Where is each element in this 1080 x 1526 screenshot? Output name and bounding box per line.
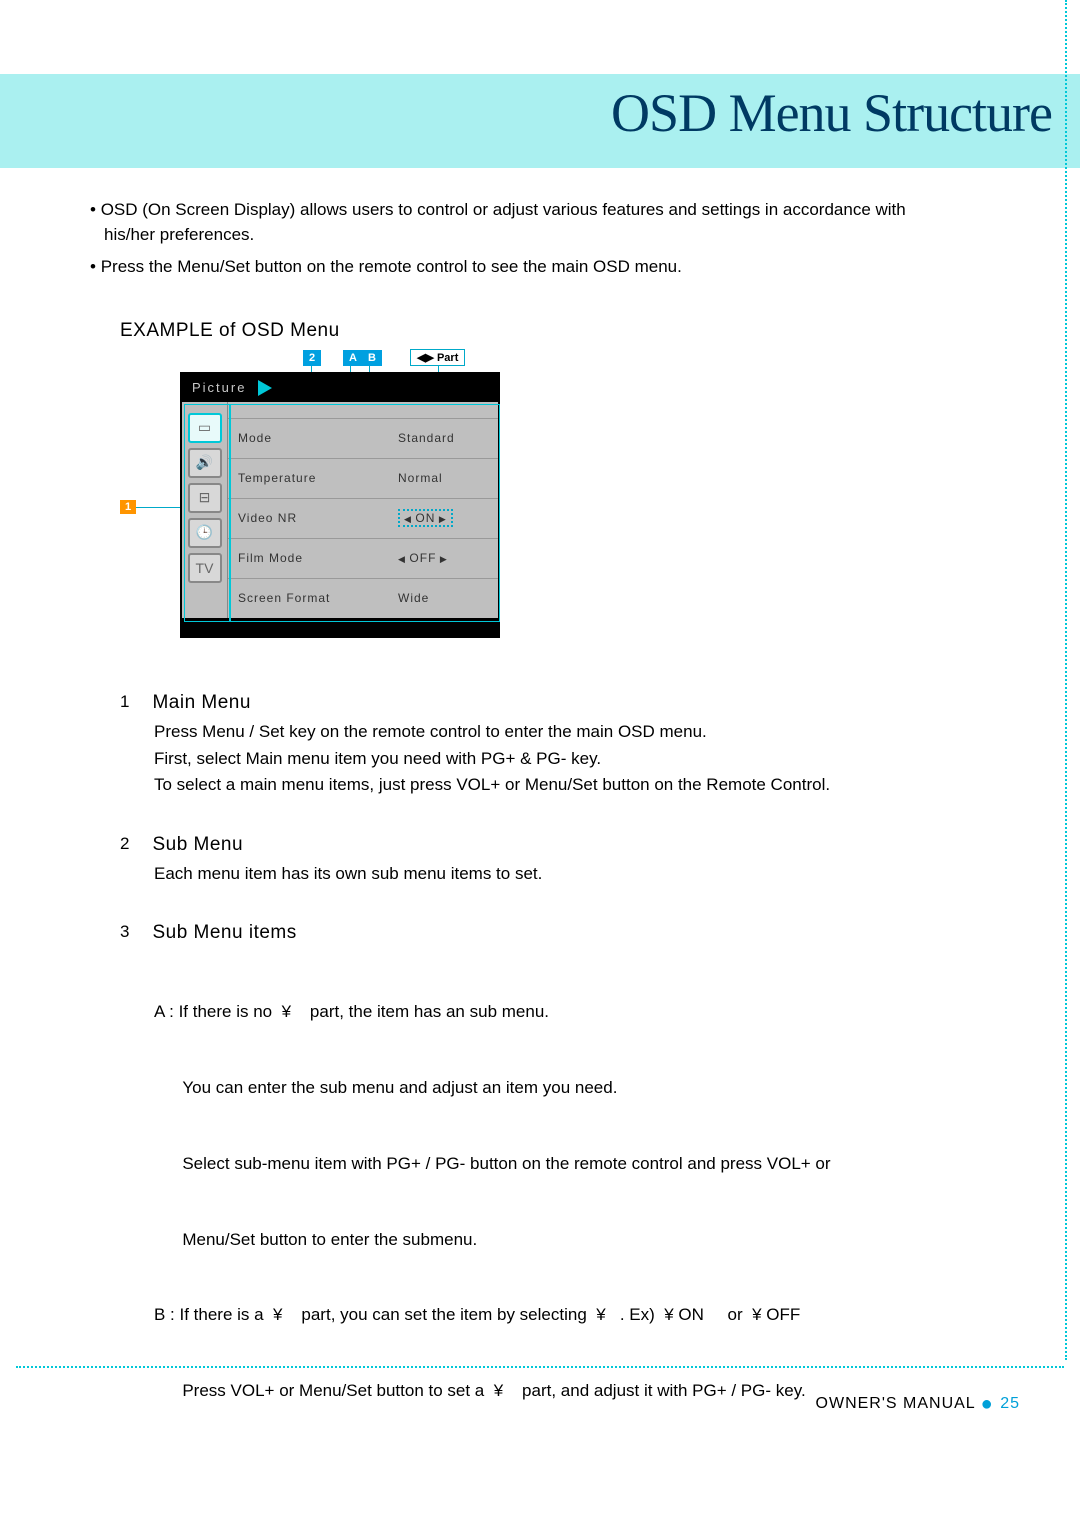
osd-row-label: Temperature bbox=[238, 471, 398, 485]
osd-footer-bar bbox=[182, 618, 498, 636]
section-line: Menu/Set button to enter the submenu. bbox=[154, 1228, 910, 1253]
section-number: 3 bbox=[120, 922, 148, 942]
osd-top-labels: 2 A B ◀▶ Part bbox=[180, 354, 500, 372]
part-box: ◀▶ Part bbox=[410, 349, 465, 366]
section-heading: Sub Menu items bbox=[152, 922, 296, 944]
section-line: First, select Main menu item you need wi… bbox=[154, 747, 910, 772]
right-dotted-border bbox=[1065, 0, 1067, 1360]
osd-sub-rows: Mode Standard Temperature Normal Video N… bbox=[228, 402, 498, 618]
osd-panel-header: Picture bbox=[182, 374, 498, 402]
osd-row-label: Screen Format bbox=[238, 591, 398, 605]
header-white-top bbox=[0, 0, 1080, 74]
footer-dotted-line bbox=[16, 1366, 1064, 1368]
osd-row-value: ON bbox=[398, 509, 488, 527]
osd-row: Screen Format Wide bbox=[228, 578, 498, 618]
bullet-icon: ● bbox=[981, 1393, 1001, 1415]
osd-row: Video NR ON bbox=[228, 498, 498, 538]
page-number: 25 bbox=[1000, 1395, 1020, 1412]
section-sub-menu-items: 3 Sub Menu items A : If there is no ¥ pa… bbox=[120, 922, 910, 1455]
osd-example: 2 A B ◀▶ Part 1 Picture ▭ 🔊 bbox=[180, 372, 500, 638]
osd-row-value: OFF bbox=[398, 551, 488, 565]
section-body: Each menu item has its own sub menu item… bbox=[154, 862, 910, 887]
section-number: 1 bbox=[120, 692, 148, 712]
section-body: Press Menu / Set key on the remote contr… bbox=[154, 720, 910, 798]
intro-bullet-2: Press the Menu/Set button on the remote … bbox=[90, 255, 910, 280]
callout-A: A bbox=[343, 350, 363, 366]
section-line: You can enter the sub menu and adjust an… bbox=[154, 1076, 910, 1101]
osd-row: Temperature Normal bbox=[228, 458, 498, 498]
intro-bullet-1: OSD (On Screen Display) allows users to … bbox=[90, 198, 910, 247]
callout-1: 1 bbox=[120, 500, 136, 514]
sound-icon: 🔊 bbox=[188, 448, 222, 478]
osd-panel: Picture ▭ 🔊 ⊟ 🕒 TV Mode Standard bbox=[180, 372, 500, 638]
section-line: To select a main menu items, just press … bbox=[154, 773, 910, 798]
section-line: Press Menu / Set key on the remote contr… bbox=[154, 720, 910, 745]
section-line: Press VOL+ or Menu/Set button to set a ¥… bbox=[154, 1379, 910, 1404]
osd-row-value: Standard bbox=[398, 431, 488, 445]
osd-row-value: Wide bbox=[398, 591, 488, 605]
section-sub-menu: 2 Sub Menu Each menu item has its own su… bbox=[120, 834, 910, 887]
section-line: Select sub-menu item with PG+ / PG- butt… bbox=[154, 1152, 910, 1177]
footer: OWNER'S MANUAL ● 25 bbox=[816, 1393, 1020, 1416]
picture-icon: ▭ bbox=[188, 413, 222, 443]
section-line: A : If there is no ¥ part, the item has … bbox=[154, 1000, 910, 1025]
intro-bullets: OSD (On Screen Display) allows users to … bbox=[90, 198, 910, 280]
footer-label: OWNER'S MANUAL bbox=[816, 1395, 976, 1412]
callout-2: 2 bbox=[303, 350, 321, 366]
callout-B: B bbox=[362, 350, 382, 366]
tv-icon: TV bbox=[188, 553, 222, 583]
section-number: 2 bbox=[120, 834, 148, 854]
content-area: OSD (On Screen Display) allows users to … bbox=[90, 198, 910, 1491]
connector bbox=[136, 507, 182, 508]
osd-main-icons: ▭ 🔊 ⊟ 🕒 TV bbox=[182, 402, 228, 618]
osd-row-spacer bbox=[228, 402, 498, 418]
pip-icon: ⊟ bbox=[188, 483, 222, 513]
osd-header-text: Picture bbox=[192, 380, 246, 395]
osd-row: Mode Standard bbox=[228, 418, 498, 458]
osd-row-value: Normal bbox=[398, 471, 488, 485]
section-line: B : If there is a ¥ part, you can set th… bbox=[154, 1303, 910, 1328]
osd-row-label: Film Mode bbox=[238, 551, 398, 565]
arrow-right-icon bbox=[258, 380, 272, 396]
section-main-menu: 1 Main Menu Press Menu / Set key on the … bbox=[120, 692, 910, 798]
section-heading: Sub Menu bbox=[152, 834, 243, 856]
osd-row-label: Mode bbox=[238, 431, 398, 445]
osd-row-value-on: ON bbox=[398, 509, 453, 527]
section-body: A : If there is no ¥ part, the item has … bbox=[154, 950, 910, 1455]
section-line: Each menu item has its own sub menu item… bbox=[154, 862, 910, 887]
osd-row-label: Video NR bbox=[238, 511, 398, 525]
page-title: OSD Menu Structure bbox=[611, 82, 1052, 144]
example-heading: EXAMPLE of OSD Menu bbox=[120, 320, 910, 342]
osd-body: ▭ 🔊 ⊟ 🕒 TV Mode Standard Temperature Nor… bbox=[182, 402, 498, 618]
section-heading: Main Menu bbox=[152, 692, 251, 714]
osd-row: Film Mode OFF bbox=[228, 538, 498, 578]
timer-icon: 🕒 bbox=[188, 518, 222, 548]
